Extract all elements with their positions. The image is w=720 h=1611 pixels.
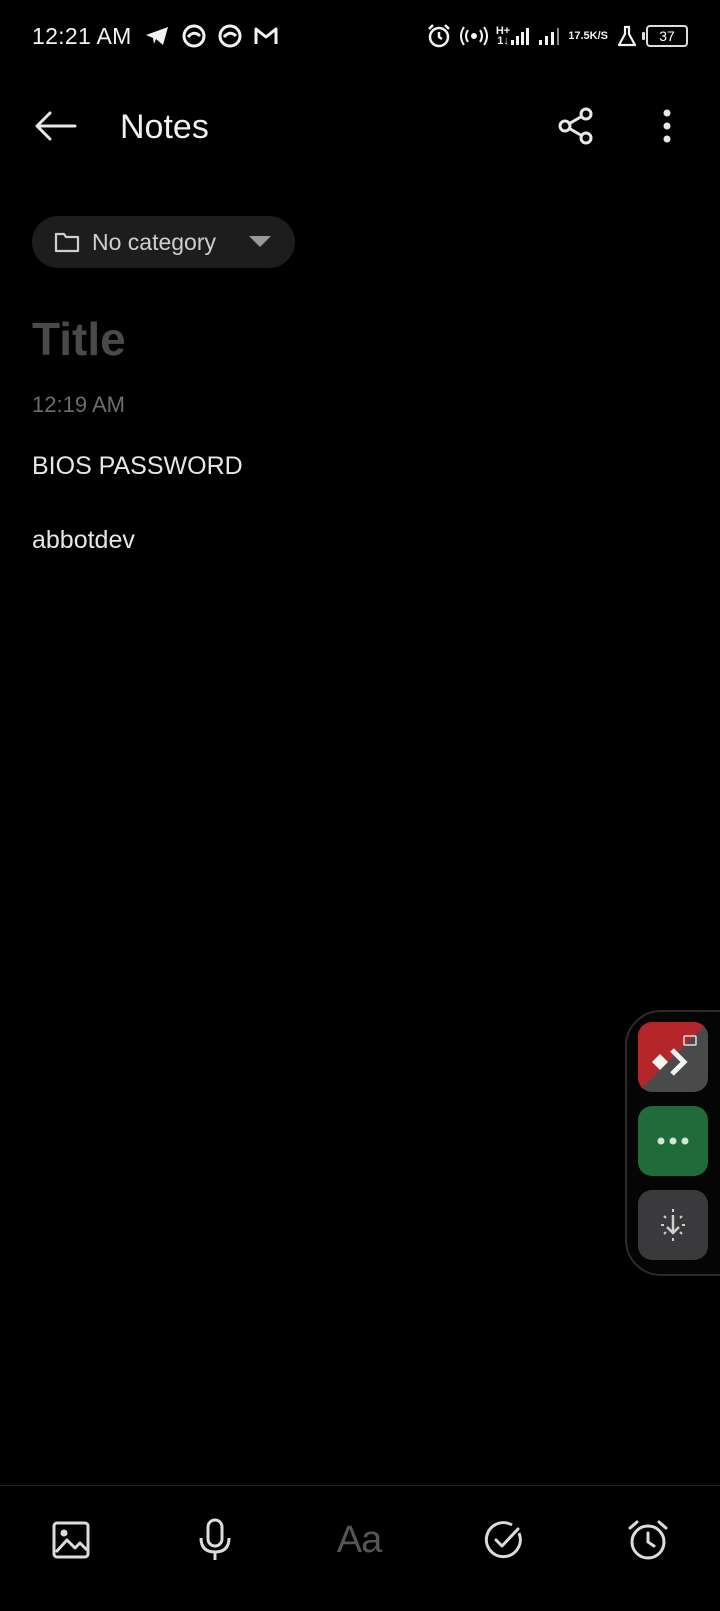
note-body-line[interactable]: abbotdev: [32, 526, 135, 555]
check-circle-icon: [484, 1521, 522, 1559]
anydesk-icon: [652, 1035, 697, 1076]
checklist-button[interactable]: [474, 1510, 534, 1570]
more-vertical-icon: [663, 109, 671, 143]
edge-icon: [218, 24, 242, 48]
sparkle-download-icon: [661, 1209, 685, 1241]
mobile-signal-icon: H+ 1↓: [495, 25, 530, 47]
share-button[interactable]: [552, 104, 600, 148]
battery-indicator: 37: [642, 25, 688, 47]
status-time: 12:21 AM: [32, 22, 132, 49]
messages-app-button[interactable]: [638, 1106, 708, 1176]
edge-icon: [182, 24, 206, 48]
gmail-icon: [254, 26, 278, 46]
share-icon: [558, 107, 593, 145]
telegram-icon: [144, 25, 170, 47]
note-title-input[interactable]: Title: [32, 312, 126, 366]
lab-flask-icon: [616, 25, 638, 47]
text-style-label: Aa: [336, 1518, 382, 1561]
network-type: H+ 1↓: [495, 25, 511, 47]
alarm-clock-icon: [628, 1520, 668, 1560]
category-selector[interactable]: No category: [32, 216, 295, 268]
back-button[interactable]: [30, 104, 80, 148]
bottom-toolbar: Aa: [0, 1510, 720, 1570]
note-body-line[interactable]: BIOS PASSWORD: [32, 452, 243, 481]
app-bar: Notes: [0, 90, 720, 162]
network-speed: 17.5 K/S: [568, 30, 608, 42]
status-left: 12:21 AM: [32, 23, 278, 50]
note-timestamp: 12:19 AM: [32, 392, 125, 417]
reminder-button[interactable]: [618, 1510, 678, 1570]
microphone-icon: [199, 1518, 231, 1560]
more-options-button[interactable]: [645, 104, 689, 148]
arrow-left-icon: [35, 111, 77, 141]
hotspot-icon: [459, 25, 488, 47]
anydesk-app-button[interactable]: [638, 1022, 708, 1092]
folder-icon: [54, 232, 80, 253]
status-bar: 12:21 AM H+ 1↓ 17.5 K/S 37: [0, 0, 720, 72]
dropdown-triangle-icon: [249, 236, 271, 247]
floating-app-dock: [625, 1010, 720, 1276]
alarm-icon: [426, 23, 452, 49]
text-style-button[interactable]: Aa: [329, 1510, 389, 1570]
insert-image-button[interactable]: [41, 1510, 101, 1570]
signal-icon: [538, 26, 560, 46]
status-right: H+ 1↓ 17.5 K/S 37: [426, 23, 688, 49]
page-title: Notes: [120, 108, 209, 146]
voice-input-button[interactable]: [185, 1510, 245, 1570]
more-horizontal-icon: [657, 1137, 689, 1145]
toolbar-divider: [0, 1485, 720, 1486]
image-icon: [52, 1521, 90, 1559]
assistant-app-button[interactable]: [638, 1190, 708, 1260]
category-label: No category: [92, 228, 217, 255]
